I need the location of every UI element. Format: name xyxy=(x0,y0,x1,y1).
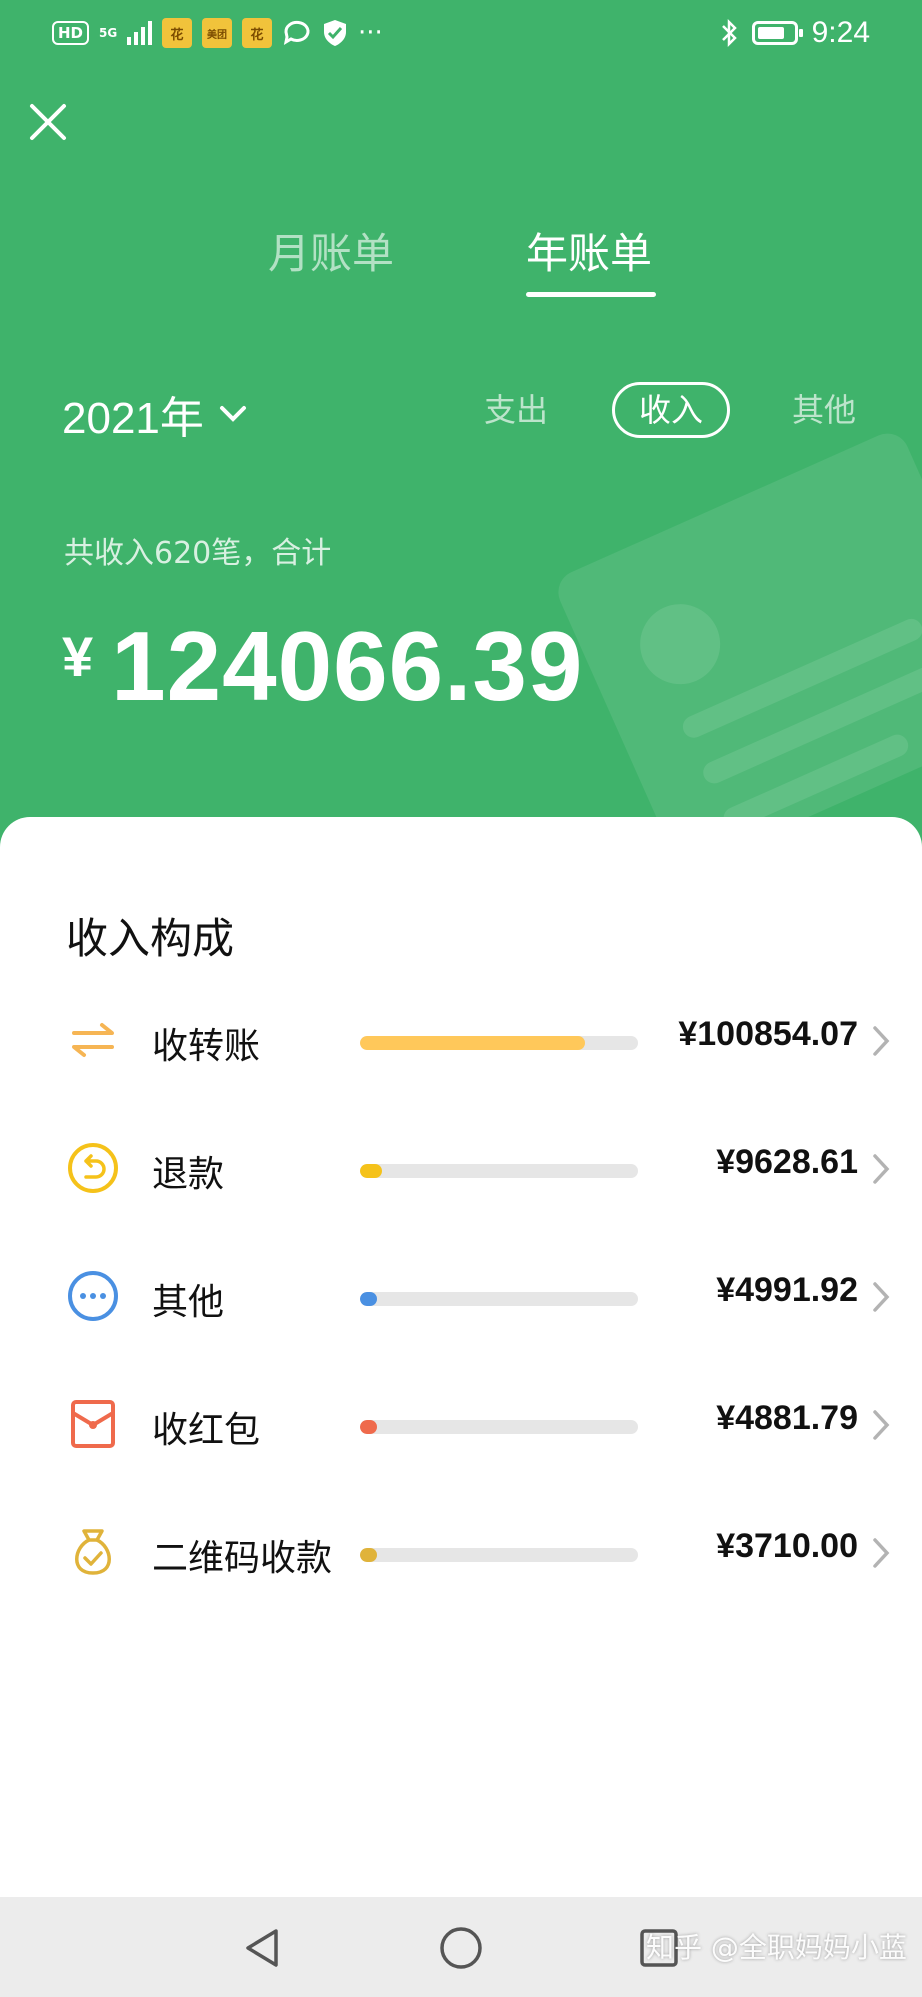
signal-icon xyxy=(127,21,153,45)
app-notification-icon: 花 xyxy=(242,18,273,48)
progress-fill xyxy=(360,1164,383,1178)
decorative-receipt-illustration xyxy=(551,426,922,874)
filter-expense[interactable]: 支出 xyxy=(484,382,548,438)
year-value: 2021 xyxy=(62,394,160,443)
filter-income[interactable]: 收入 xyxy=(612,382,730,438)
breakdown-row-qr-payment[interactable]: 二维码收款 ¥3710.00 xyxy=(0,1507,922,1597)
row-amount: ¥4991.92 xyxy=(716,1271,858,1309)
row-label: 二维码收款 xyxy=(152,1538,333,1579)
transfer-icon xyxy=(72,1023,114,1057)
chevron-right-icon xyxy=(873,1282,890,1312)
chevron-right-icon xyxy=(873,1154,890,1184)
progress-fill xyxy=(360,1420,377,1434)
bluetooth-icon xyxy=(721,18,737,48)
active-tab-indicator xyxy=(526,292,656,297)
income-breakdown-card: 收入构成 收转账 ¥100854.07 退款 ¥9628.61 其他 ¥4991… xyxy=(0,817,922,1897)
chevron-right-icon xyxy=(873,1410,890,1440)
row-amount: ¥4881.79 xyxy=(716,1399,858,1437)
more-notifications-icon: ··· xyxy=(358,18,383,48)
status-left: HD 5G 花 美团 花 ··· xyxy=(52,18,383,48)
chat-icon xyxy=(283,20,310,46)
status-right: 9:24 xyxy=(720,16,870,50)
chevron-down-icon xyxy=(219,406,246,422)
breakdown-row-other[interactable]: 其他 ¥4991.92 xyxy=(0,1251,922,1341)
watermark: 知乎 @全职妈妈小蓝 xyxy=(646,1931,907,1964)
row-amount: ¥3710.00 xyxy=(716,1527,858,1565)
chevron-right-icon xyxy=(873,1026,890,1056)
clock: 9:24 xyxy=(811,16,870,49)
progress-track xyxy=(360,1292,638,1306)
row-amount: ¥9628.61 xyxy=(716,1143,858,1181)
total-amount: ¥ 124066.39 xyxy=(62,610,583,723)
breakdown-row-transfer[interactable]: 收转账 ¥100854.07 xyxy=(0,995,922,1085)
row-label: 收转账 xyxy=(152,1026,261,1067)
app-notification-icon: 花 xyxy=(162,18,193,48)
network-indicator: 5G xyxy=(99,26,118,40)
tab-monthly-bill[interactable]: 月账单 xyxy=(268,220,394,281)
row-label: 退款 xyxy=(152,1154,225,1195)
home-icon[interactable] xyxy=(438,1925,484,1971)
income-summary-text: 共收入620笔，合计 xyxy=(64,536,332,571)
qr-money-bag-icon xyxy=(75,1529,111,1575)
breakdown-row-refund[interactable]: 退款 ¥9628.61 xyxy=(0,1123,922,1213)
breakdown-title: 收入构成 xyxy=(66,914,235,963)
filter-other[interactable]: 其他 xyxy=(792,382,856,438)
year-suffix: 年 xyxy=(159,393,204,444)
currency-symbol: ¥ xyxy=(62,625,94,688)
more-icon xyxy=(68,1271,118,1321)
app-notification-icon: 美团 xyxy=(202,18,233,48)
progress-track xyxy=(360,1548,638,1562)
hd-indicator: HD xyxy=(52,21,90,45)
bill-tabs: 月账单 年账单 xyxy=(0,220,922,300)
row-label: 收红包 xyxy=(152,1410,261,1451)
progress-track xyxy=(360,1420,638,1434)
progress-fill xyxy=(360,1036,586,1050)
row-amount: ¥100854.07 xyxy=(678,1015,858,1053)
progress-fill xyxy=(360,1548,377,1562)
chevron-right-icon xyxy=(873,1538,890,1568)
refund-icon xyxy=(68,1143,118,1193)
battery-icon xyxy=(751,21,803,45)
year-selector[interactable]: 2021年 xyxy=(62,382,248,446)
breakdown-row-red-packet[interactable]: 收红包 ¥4881.79 xyxy=(0,1379,922,1469)
status-bar: HD 5G 花 美团 花 ··· 9:24 xyxy=(0,0,922,72)
progress-track xyxy=(360,1036,638,1050)
red-packet-icon xyxy=(71,1400,115,1448)
progress-fill xyxy=(360,1292,377,1306)
row-label: 其他 xyxy=(152,1282,225,1323)
total-value: 124066.39 xyxy=(111,611,584,721)
progress-track xyxy=(360,1164,638,1178)
back-icon[interactable] xyxy=(240,1925,286,1971)
close-icon[interactable] xyxy=(26,100,70,144)
shield-check-icon xyxy=(324,20,347,46)
tab-yearly-bill[interactable]: 年账单 xyxy=(526,220,652,281)
